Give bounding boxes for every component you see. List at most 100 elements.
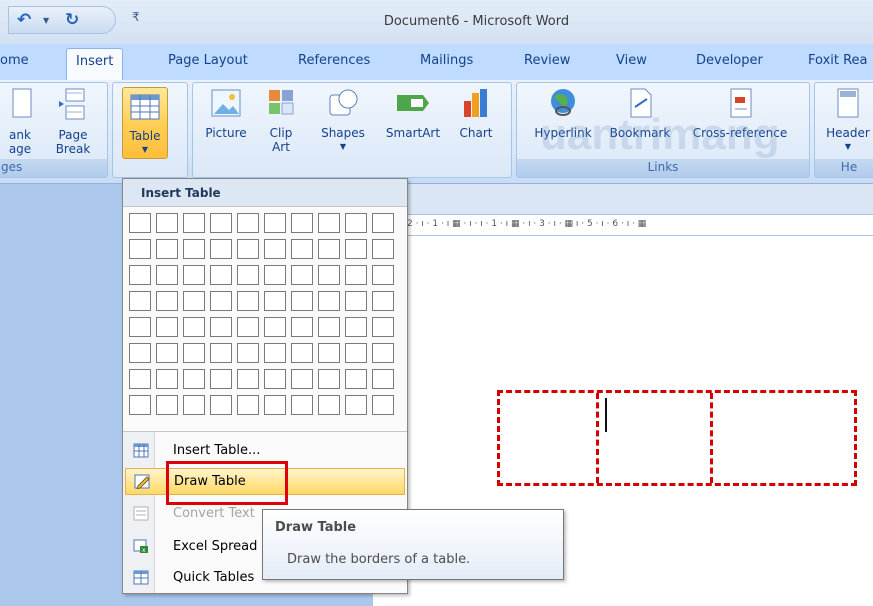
tab-view[interactable]: View [616, 53, 647, 68]
grid-cell[interactable] [156, 343, 178, 363]
grid-cell[interactable] [210, 369, 232, 389]
grid-cell[interactable] [291, 291, 313, 311]
chart-button[interactable]: Chart [455, 87, 497, 140]
tab-developer[interactable]: Developer [696, 53, 763, 68]
grid-cell[interactable] [129, 317, 151, 337]
grid-cell[interactable] [183, 317, 205, 337]
grid-cell[interactable] [183, 369, 205, 389]
grid-cell[interactable] [345, 265, 367, 285]
bookmark-button[interactable]: Bookmark [607, 87, 673, 140]
drawn-table[interactable] [497, 390, 857, 486]
grid-cell[interactable] [264, 265, 286, 285]
grid-cell[interactable] [183, 265, 205, 285]
grid-cell[interactable] [237, 265, 259, 285]
grid-cell[interactable] [210, 395, 232, 415]
grid-cell[interactable] [237, 343, 259, 363]
grid-cell[interactable] [237, 317, 259, 337]
grid-cell[interactable] [372, 239, 394, 259]
tab-foxit-reader[interactable]: Foxit Rea [808, 53, 868, 68]
grid-cell[interactable] [210, 291, 232, 311]
grid-cell[interactable] [264, 343, 286, 363]
blank-page-button[interactable]: ank age [5, 87, 35, 156]
grid-cell[interactable] [291, 213, 313, 233]
grid-cell[interactable] [372, 265, 394, 285]
grid-cell[interactable] [210, 213, 232, 233]
grid-cell[interactable] [129, 395, 151, 415]
shapes-button[interactable]: Shapes ▼ [317, 87, 369, 154]
grid-cell[interactable] [372, 317, 394, 337]
grid-cell[interactable] [264, 213, 286, 233]
grid-cell[interactable] [156, 291, 178, 311]
grid-cell[interactable] [129, 369, 151, 389]
grid-cell[interactable] [237, 369, 259, 389]
grid-cell[interactable] [210, 239, 232, 259]
grid-cell[interactable] [264, 317, 286, 337]
grid-cell[interactable] [210, 265, 232, 285]
grid-cell[interactable] [156, 213, 178, 233]
tab-mailings[interactable]: Mailings [420, 53, 473, 68]
grid-cell[interactable] [345, 291, 367, 311]
grid-cell[interactable] [156, 395, 178, 415]
grid-cell[interactable] [345, 369, 367, 389]
grid-cell[interactable] [318, 239, 340, 259]
grid-cell[interactable] [156, 239, 178, 259]
grid-cell[interactable] [210, 343, 232, 363]
grid-cell[interactable] [372, 343, 394, 363]
grid-cell[interactable] [291, 317, 313, 337]
table-column-divider[interactable] [710, 393, 713, 483]
grid-cell[interactable] [291, 369, 313, 389]
grid-cell[interactable] [291, 265, 313, 285]
grid-cell[interactable] [318, 265, 340, 285]
grid-cell[interactable] [183, 213, 205, 233]
grid-cell[interactable] [156, 265, 178, 285]
grid-cell[interactable] [318, 317, 340, 337]
cross-reference-button[interactable]: Cross-reference [681, 87, 799, 140]
grid-cell[interactable] [318, 343, 340, 363]
grid-cell[interactable] [264, 291, 286, 311]
grid-cell[interactable] [210, 317, 232, 337]
grid-cell[interactable] [264, 395, 286, 415]
grid-cell[interactable] [156, 317, 178, 337]
grid-cell[interactable] [183, 395, 205, 415]
grid-cell[interactable] [237, 213, 259, 233]
hyperlink-button[interactable]: Hyperlink [525, 87, 601, 140]
tab-review[interactable]: Review [524, 53, 570, 68]
grid-cell[interactable] [345, 395, 367, 415]
grid-cell[interactable] [183, 239, 205, 259]
grid-cell[interactable] [129, 291, 151, 311]
grid-cell[interactable] [183, 291, 205, 311]
grid-cell[interactable] [264, 369, 286, 389]
grid-cell[interactable] [183, 343, 205, 363]
tab-references[interactable]: References [298, 53, 370, 68]
grid-cell[interactable] [318, 291, 340, 311]
grid-cell[interactable] [345, 343, 367, 363]
grid-cell[interactable] [372, 291, 394, 311]
grid-cell[interactable] [264, 239, 286, 259]
grid-cell[interactable] [372, 369, 394, 389]
page-break-button[interactable]: Page Break [51, 87, 95, 156]
smartart-button[interactable]: SmartArt [379, 87, 447, 140]
grid-cell[interactable] [372, 213, 394, 233]
grid-cell[interactable] [291, 395, 313, 415]
grid-cell[interactable] [129, 239, 151, 259]
grid-cell[interactable] [237, 239, 259, 259]
grid-cell[interactable] [318, 213, 340, 233]
horizontal-ruler[interactable]: 2 · ı · 1 · ı ▦ · ı · ı · 1 · ı ▦ · ı · … [373, 214, 873, 236]
grid-cell[interactable] [237, 291, 259, 311]
grid-cell[interactable] [372, 395, 394, 415]
tab-page-layout[interactable]: Page Layout [168, 53, 248, 68]
grid-cell[interactable] [237, 395, 259, 415]
table-button[interactable]: Table ▼ [122, 87, 168, 159]
grid-cell[interactable] [345, 317, 367, 337]
picture-button[interactable]: Picture [199, 87, 253, 140]
grid-cell[interactable] [318, 369, 340, 389]
grid-cell[interactable] [129, 265, 151, 285]
grid-cell[interactable] [291, 239, 313, 259]
grid-cell[interactable] [345, 213, 367, 233]
table-column-divider[interactable] [596, 393, 599, 483]
clip-art-button[interactable]: Clip Art [263, 87, 299, 154]
tab-insert[interactable]: Insert [66, 48, 124, 80]
tab-home[interactable]: ome [0, 53, 29, 68]
grid-cell[interactable] [129, 343, 151, 363]
grid-cell[interactable] [129, 213, 151, 233]
